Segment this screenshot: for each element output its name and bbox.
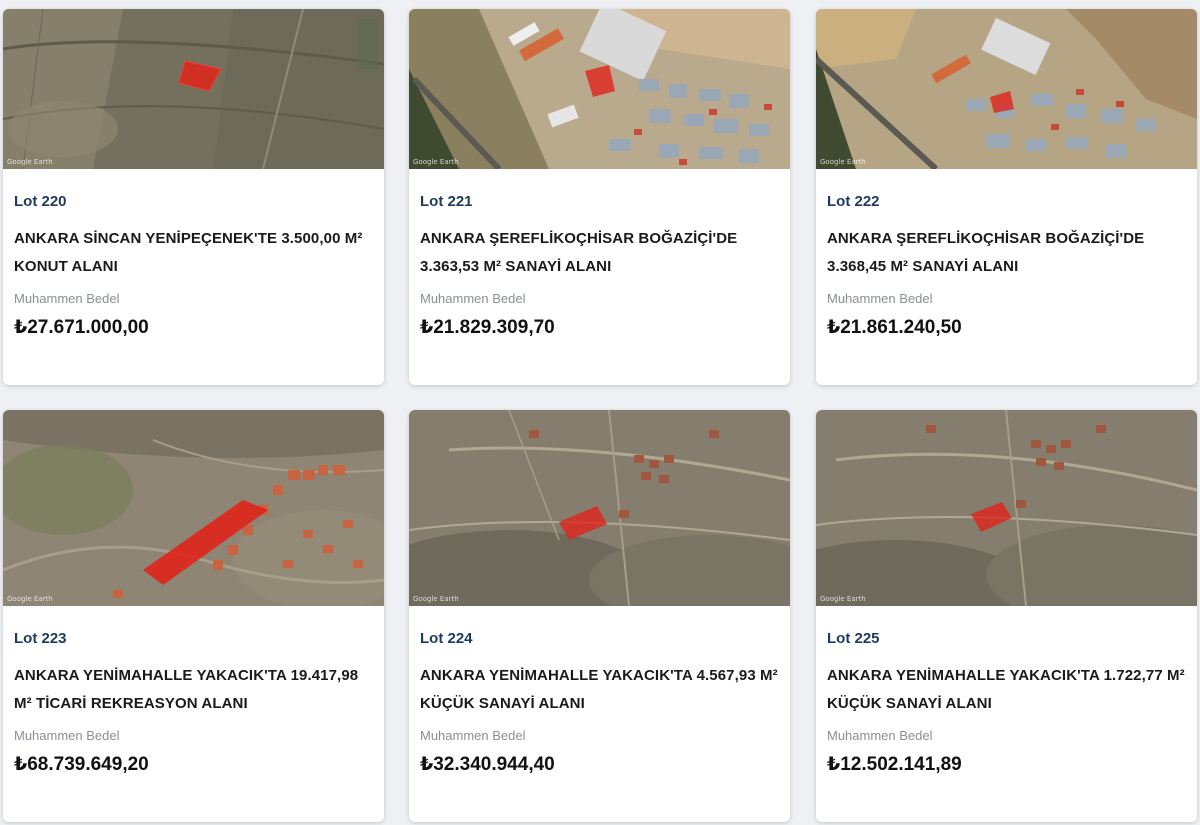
lot-price: ₺68.739.649,20	[14, 754, 149, 775]
lot-satellite-image[interactable]: Google Earth	[816, 410, 1197, 606]
lot-title[interactable]: ANKARA YENİMAHALLE YAKACIK'TA 1.722,77 M…	[827, 662, 1186, 718]
price-label: Muhammen Bedel	[420, 291, 526, 306]
price-label: Muhammen Bedel	[420, 728, 526, 743]
lot-number: Lot 225	[827, 630, 880, 647]
lot-satellite-image[interactable]: Google Earth	[816, 9, 1197, 169]
satellite-map-image	[409, 9, 790, 169]
lot-card-grid: Google Earth Lot 220 ANKARA SİNCAN YENİP…	[0, 0, 1200, 825]
satellite-map-image	[816, 410, 1197, 606]
price-label: Muhammen Bedel	[14, 728, 120, 743]
satellite-map-image	[816, 9, 1197, 169]
lot-title[interactable]: ANKARA YENİMAHALLE YAKACIK'TA 19.417,98 …	[14, 662, 373, 718]
lot-satellite-image[interactable]: Google Earth	[3, 410, 384, 606]
lot-title[interactable]: ANKARA ŞEREFLİKOÇHİSAR BOĞAZİÇİ'DE 3.368…	[827, 225, 1186, 281]
lot-card-225[interactable]: Google Earth Lot 225 ANKARA YENİMAHALLE …	[816, 410, 1197, 822]
map-watermark: Google Earth	[820, 595, 866, 603]
map-watermark: Google Earth	[413, 595, 459, 603]
price-label: Muhammen Bedel	[827, 728, 933, 743]
lot-number: Lot 223	[14, 630, 67, 647]
lot-title[interactable]: ANKARA YENİMAHALLE YAKACIK'TA 4.567,93 M…	[420, 662, 779, 718]
lot-card-224[interactable]: Google Earth Lot 224 ANKARA YENİMAHALLE …	[409, 410, 790, 822]
lot-price: ₺27.671.000,00	[14, 317, 149, 338]
price-label: Muhammen Bedel	[827, 291, 933, 306]
lot-number: Lot 220	[14, 193, 67, 210]
map-watermark: Google Earth	[413, 158, 459, 166]
price-label: Muhammen Bedel	[14, 291, 120, 306]
lot-satellite-image[interactable]: Google Earth	[409, 410, 790, 606]
map-watermark: Google Earth	[7, 595, 53, 603]
lot-card-220[interactable]: Google Earth Lot 220 ANKARA SİNCAN YENİP…	[3, 9, 384, 385]
lot-price: ₺21.829.309,70	[420, 317, 555, 338]
satellite-map-image	[3, 410, 384, 606]
lot-card-221[interactable]: Google Earth Lot 221 ANKARA ŞEREFLİKOÇHİ…	[409, 9, 790, 385]
lot-satellite-image[interactable]: Google Earth	[3, 9, 384, 169]
lot-price: ₺12.502.141,89	[827, 754, 962, 775]
lot-title[interactable]: ANKARA ŞEREFLİKOÇHİSAR BOĞAZİÇİ'DE 3.363…	[420, 225, 779, 281]
lot-card-223[interactable]: Google Earth Lot 223 ANKARA YENİMAHALLE …	[3, 410, 384, 822]
lot-card-222[interactable]: Google Earth Lot 222 ANKARA ŞEREFLİKOÇHİ…	[816, 9, 1197, 385]
satellite-map-image	[3, 9, 384, 169]
map-watermark: Google Earth	[7, 158, 53, 166]
lot-price: ₺32.340.944,40	[420, 754, 555, 775]
satellite-map-image	[409, 410, 790, 606]
lot-price: ₺21.861.240,50	[827, 317, 962, 338]
lot-satellite-image[interactable]: Google Earth	[409, 9, 790, 169]
lot-number: Lot 222	[827, 193, 880, 210]
lot-number: Lot 221	[420, 193, 473, 210]
lot-number: Lot 224	[420, 630, 473, 647]
lot-title[interactable]: ANKARA SİNCAN YENİPEÇENEK'TE 3.500,00 M²…	[14, 225, 373, 281]
map-watermark: Google Earth	[820, 158, 866, 166]
